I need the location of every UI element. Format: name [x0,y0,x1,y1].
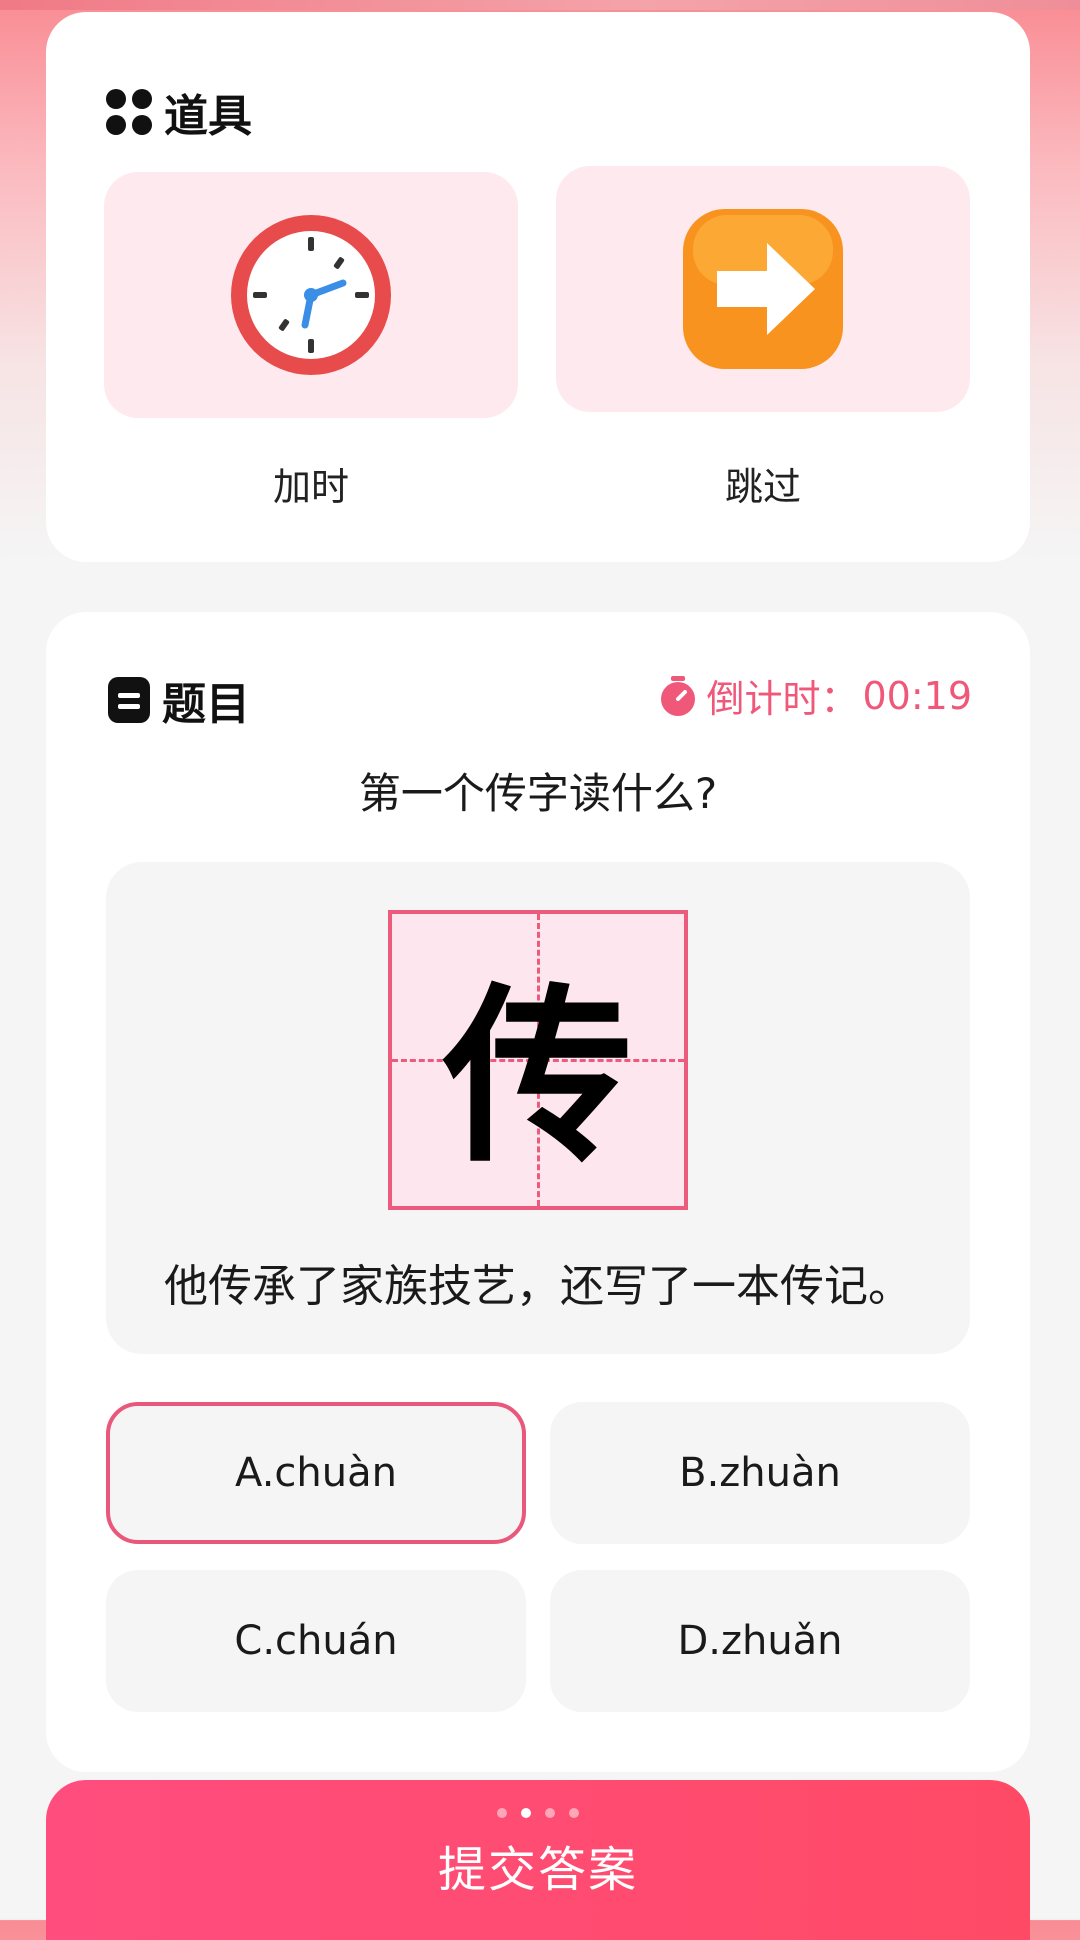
option-a[interactable]: A.chuàn [106,1402,526,1544]
question-card: 题目 倒计时： 00:19 第一个传字读什么? 传 他传承了家族技艺，还写了一本… [46,612,1030,1772]
page-dot [569,1808,579,1818]
option-b[interactable]: B.zhuàn [550,1402,970,1544]
grid-dots-icon [106,89,152,135]
page-indicator [46,1808,1030,1818]
option-d[interactable]: D.zhuǎn [550,1570,970,1712]
page-dot-active [521,1808,531,1818]
top-status-strip [0,0,1080,10]
arrow-right-icon [683,209,843,369]
option-c[interactable]: C.chuán [106,1570,526,1712]
prop-skip-label: 跳过 [724,465,801,509]
alarm-clock-icon [231,215,391,375]
prop-add-time-label: 加时 [272,465,349,509]
page-dot [497,1808,507,1818]
character-panel: 传 他传承了家族技艺，还写了一本传记。 [106,862,970,1354]
submit-answer-button[interactable]: 提交答案 [46,1780,1030,1940]
props-title: 道具 [164,91,252,142]
submit-answer-label: 提交答案 [437,1842,638,1898]
page-dot [545,1808,555,1818]
example-sentence: 他传承了家族技艺，还写了一本传记。 [164,1261,912,1312]
character-grid-box: 传 [388,910,688,1210]
props-card: 道具 加时 跳过 [46,12,1030,562]
target-character: 传 [442,966,633,1188]
question-title: 题目 [162,679,250,730]
prop-add-time-button[interactable] [104,172,518,418]
countdown-timer: 倒计时： 00:19 [658,668,972,723]
props-header: 道具 [104,80,252,144]
question-prompt: 第一个传字读什么? [358,769,718,818]
prop-skip-button[interactable] [556,166,970,412]
question-header: 题目 [106,668,250,732]
question-book-icon [108,677,150,723]
countdown-value: 00:19 [862,673,972,718]
stopwatch-icon [661,675,696,716]
countdown-label: 倒计时： [706,677,859,721]
